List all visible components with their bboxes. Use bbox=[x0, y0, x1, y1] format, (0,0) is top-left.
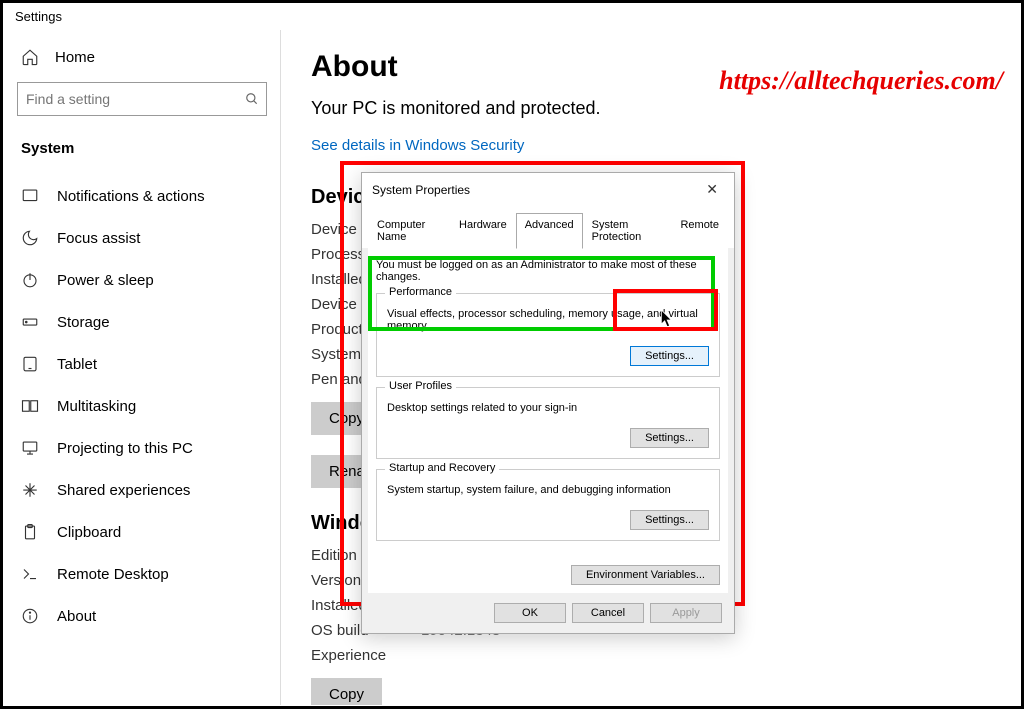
windows-security-link[interactable]: See details in Windows Security bbox=[311, 137, 524, 154]
focus-assist-icon bbox=[21, 229, 39, 247]
startup-desc: System startup, system failure, and debu… bbox=[387, 484, 709, 496]
performance-settings-button[interactable]: Settings... bbox=[630, 346, 709, 366]
clipboard-icon bbox=[21, 523, 39, 541]
remote-icon bbox=[21, 565, 39, 583]
tab-computer-name[interactable]: Computer Name bbox=[368, 213, 450, 249]
copy-button-2[interactable]: Copy bbox=[311, 678, 382, 705]
performance-group: Performance Visual effects, processor sc… bbox=[376, 293, 720, 377]
sidebar-item-label: Focus assist bbox=[57, 230, 140, 247]
sidebar-item-label: Tablet bbox=[57, 356, 97, 373]
sidebar-item-label: Notifications & actions bbox=[57, 188, 205, 205]
sidebar-item-label: Power & sleep bbox=[57, 272, 154, 289]
performance-desc: Visual effects, processor scheduling, me… bbox=[387, 308, 709, 332]
environment-variables-button[interactable]: Environment Variables... bbox=[571, 565, 720, 585]
storage-icon bbox=[21, 313, 39, 331]
performance-legend: Performance bbox=[385, 286, 456, 298]
section-label: System bbox=[7, 130, 277, 175]
sidebar-item-label: Remote Desktop bbox=[57, 566, 169, 583]
multitasking-icon bbox=[21, 397, 39, 415]
search-icon bbox=[245, 92, 259, 106]
sidebar-item-clipboard[interactable]: Clipboard bbox=[7, 511, 277, 553]
close-icon[interactable]: ✕ bbox=[700, 181, 724, 198]
search-input[interactable] bbox=[17, 82, 267, 116]
sidebar-item-label: Shared experiences bbox=[57, 482, 190, 499]
startup-legend: Startup and Recovery bbox=[385, 462, 499, 474]
watermark-text: https://alltechqueries.com/ bbox=[719, 66, 1003, 96]
home-button[interactable]: Home bbox=[7, 38, 277, 76]
startup-settings-button[interactable]: Settings... bbox=[630, 510, 709, 530]
system-properties-dialog: System Properties ✕ Computer Name Hardwa… bbox=[361, 172, 735, 634]
user-profiles-settings-button[interactable]: Settings... bbox=[630, 428, 709, 448]
home-label: Home bbox=[55, 49, 95, 66]
apply-button[interactable]: Apply bbox=[650, 603, 722, 623]
sidebar-item-label: About bbox=[57, 608, 96, 625]
sidebar-item-focus-assist[interactable]: Focus assist bbox=[7, 217, 277, 259]
sidebar: Home System Notifications & actions Focu… bbox=[3, 30, 281, 705]
sidebar-item-remote[interactable]: Remote Desktop bbox=[7, 553, 277, 595]
shared-icon bbox=[21, 481, 39, 499]
tab-system-protection[interactable]: System Protection bbox=[583, 213, 672, 249]
sidebar-item-label: Clipboard bbox=[57, 524, 121, 541]
user-profiles-desc: Desktop settings related to your sign-in bbox=[387, 402, 709, 414]
dialog-title: System Properties bbox=[372, 183, 470, 197]
tab-advanced[interactable]: Advanced bbox=[516, 213, 583, 249]
sidebar-item-projecting[interactable]: Projecting to this PC bbox=[7, 427, 277, 469]
user-profiles-group: User Profiles Desktop settings related t… bbox=[376, 387, 720, 459]
sidebar-item-notifications[interactable]: Notifications & actions bbox=[7, 175, 277, 217]
sidebar-item-storage[interactable]: Storage bbox=[7, 301, 277, 343]
sidebar-item-multitasking[interactable]: Multitasking bbox=[7, 385, 277, 427]
sidebar-item-label: Projecting to this PC bbox=[57, 440, 193, 457]
tabs: Computer Name Hardware Advanced System P… bbox=[362, 206, 734, 248]
subtitle: Your PC is monitored and protected. bbox=[311, 98, 991, 119]
tab-hardware[interactable]: Hardware bbox=[450, 213, 516, 249]
sidebar-item-shared[interactable]: Shared experiences bbox=[7, 469, 277, 511]
user-profiles-legend: User Profiles bbox=[385, 380, 456, 392]
sidebar-item-tablet[interactable]: Tablet bbox=[7, 343, 277, 385]
tab-remote[interactable]: Remote bbox=[671, 213, 728, 249]
cancel-button[interactable]: Cancel bbox=[572, 603, 644, 623]
tablet-icon bbox=[21, 355, 39, 373]
power-icon bbox=[21, 271, 39, 289]
projecting-icon bbox=[21, 439, 39, 457]
about-icon bbox=[21, 607, 39, 625]
window-title: Settings bbox=[3, 3, 1021, 30]
sidebar-item-about[interactable]: About bbox=[7, 595, 277, 637]
sidebar-item-label: Storage bbox=[57, 314, 110, 331]
startup-group: Startup and Recovery System startup, sys… bbox=[376, 469, 720, 541]
ok-button[interactable]: OK bbox=[494, 603, 566, 623]
sidebar-item-label: Multitasking bbox=[57, 398, 136, 415]
notifications-icon bbox=[21, 187, 39, 205]
kv-row: Experience bbox=[311, 643, 991, 668]
admin-note: You must be logged on as an Administrato… bbox=[376, 259, 720, 283]
search-wrap bbox=[17, 82, 267, 116]
sidebar-item-power[interactable]: Power & sleep bbox=[7, 259, 277, 301]
home-icon bbox=[21, 48, 39, 66]
